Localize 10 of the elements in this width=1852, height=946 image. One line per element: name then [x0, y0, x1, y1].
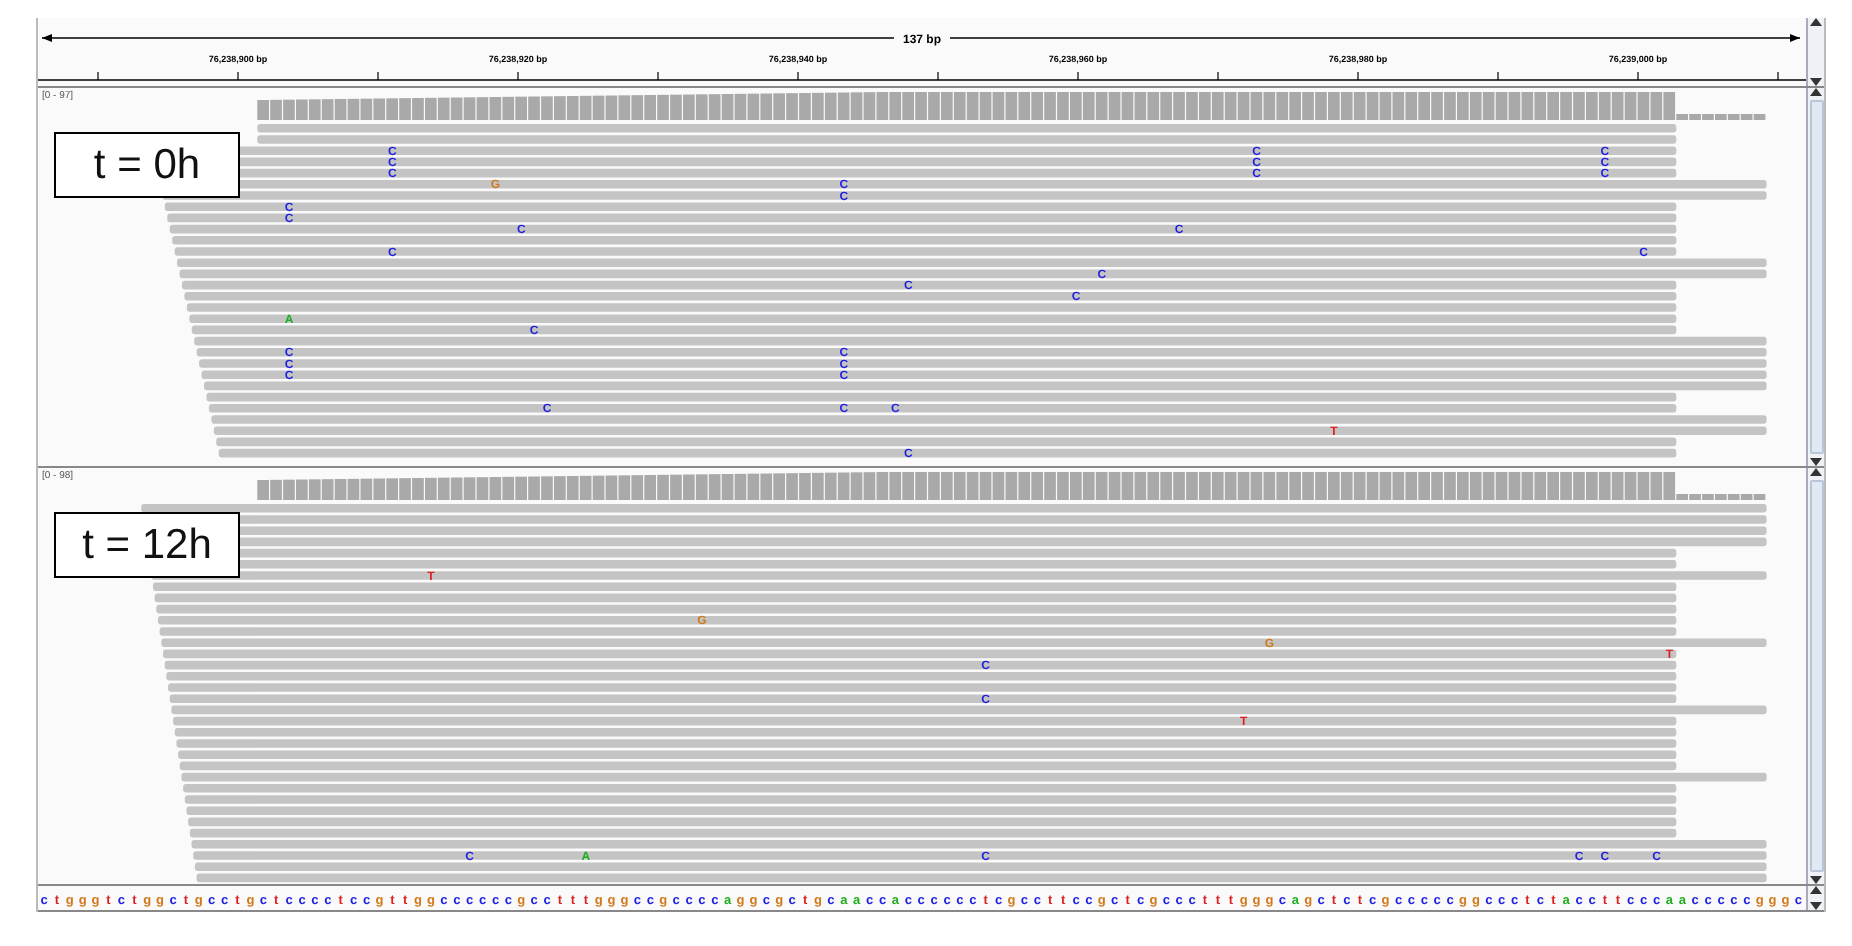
timepoint-label: t = 12h	[54, 512, 240, 578]
scrollbar[interactable]	[1806, 18, 1824, 86]
scrollbar[interactable]	[1806, 468, 1824, 884]
timepoint-label: t = 0h	[54, 132, 240, 198]
scrollbar[interactable]	[1806, 886, 1824, 910]
scroll-thumb[interactable]	[1809, 100, 1823, 454]
scroll-down-icon[interactable]	[1810, 902, 1822, 910]
scroll-up-icon[interactable]	[1810, 18, 1822, 26]
scrollbar[interactable]	[1806, 88, 1824, 466]
scroll-thumb[interactable]	[1809, 480, 1823, 872]
